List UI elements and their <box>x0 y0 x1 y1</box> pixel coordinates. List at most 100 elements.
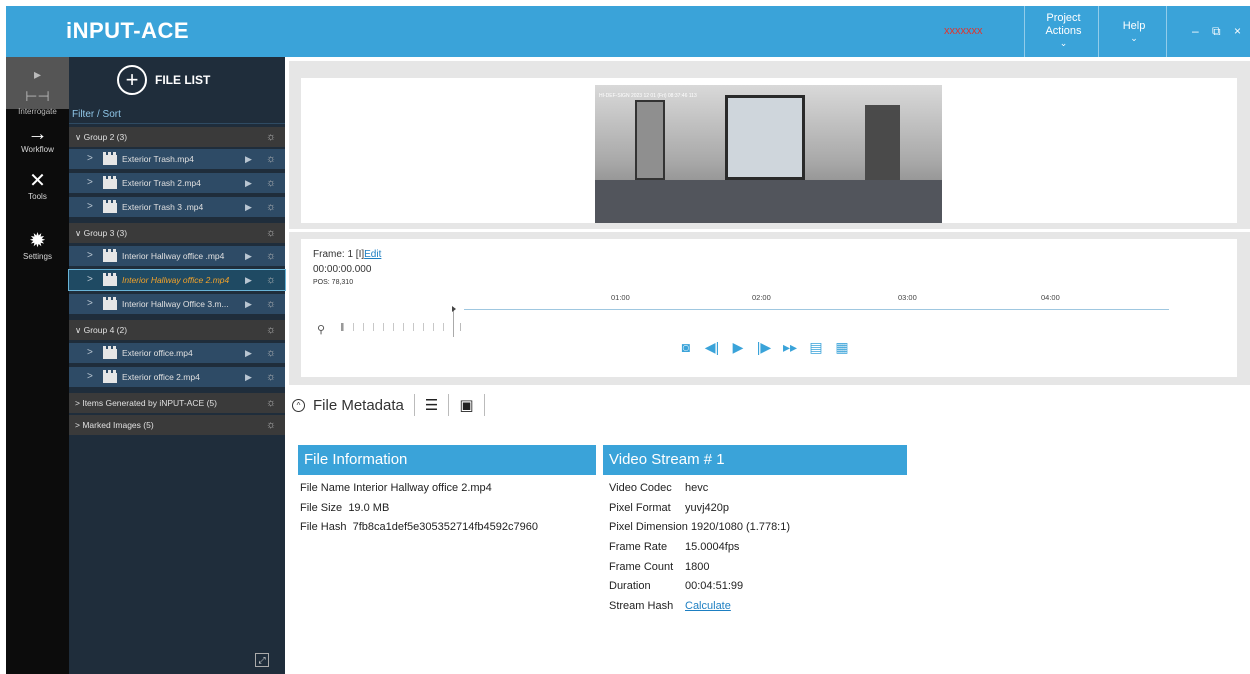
file-row-selected[interactable]: > Interior Hallway office 2.mp4 ▶ ☼ <box>68 269 286 291</box>
gear-icon[interactable]: ☼ <box>266 153 276 165</box>
group-row[interactable]: ∨ Group 4 (2) ☼ <box>69 320 285 340</box>
chevron-down-icon: ⌄ <box>1130 33 1138 43</box>
video-file-icon <box>103 273 117 286</box>
play-icon[interactable]: ▶ <box>245 178 252 189</box>
filter-sort-link[interactable]: Filter / Sort <box>69 109 285 124</box>
gear-icon[interactable]: ☼ <box>266 324 276 336</box>
popout-icon[interactable]: ⤢ <box>255 653 269 667</box>
timeline-frame: Frame: 1 [I]Edit 00:00:00.000 POS: 78,31… <box>289 232 1250 385</box>
interrogate-icon: ▸ ⊢⊣ <box>25 66 50 104</box>
play-icon[interactable]: ▶ <box>245 299 252 310</box>
video-stream-header: Video Stream # 1 <box>603 445 907 475</box>
door-left <box>635 100 665 180</box>
expand-icon[interactable]: > <box>87 274 93 285</box>
expand-icon[interactable]: > <box>87 153 93 164</box>
play-icon[interactable]: ▶ <box>245 372 252 383</box>
file-name: Exterior Trash.mp4 <box>122 154 194 164</box>
nav-settings[interactable]: ✹ Settings <box>6 230 69 261</box>
play-icon[interactable]: ▶ <box>245 275 252 286</box>
zoom-slider[interactable] <box>341 323 461 331</box>
gear-icon[interactable]: ☼ <box>266 371 276 383</box>
nav-workflow[interactable]: → Workflow <box>6 123 69 154</box>
navigation-rail: ▸ ⊢⊣ Interrogate → Workflow ✕ Tools ✹ Set… <box>6 57 69 674</box>
gear-icon[interactable]: ☼ <box>266 397 276 409</box>
grid-view-icon[interactable]: ▦ <box>834 339 850 356</box>
playhead-handle[interactable] <box>452 306 457 337</box>
expand-icon[interactable]: > <box>87 177 93 188</box>
play-icon[interactable]: ▶ <box>245 154 252 165</box>
gear-icon[interactable]: ☼ <box>266 131 276 143</box>
file-list-title: FILE LIST <box>155 73 211 87</box>
minimize-button[interactable]: – <box>1192 24 1199 38</box>
file-size-row: File Size 19.0 MB <box>300 502 390 514</box>
restore-button[interactable]: ⧉ <box>1212 24 1221 39</box>
timeline-track[interactable] <box>464 309 1169 310</box>
expand-icon[interactable]: > <box>87 298 93 309</box>
menu-divider <box>1166 6 1167 57</box>
play-icon[interactable]: ▶ <box>245 202 252 213</box>
fast-forward-icon[interactable]: ▸▸ <box>782 339 798 356</box>
group-label: ∨ Group 2 (3) <box>75 132 128 142</box>
help-menu[interactable]: Help ⌄ <box>1114 20 1154 43</box>
snapshot-icon[interactable]: ◙ <box>678 339 694 356</box>
group-row[interactable]: ∨ Group 3 (3) ☼ <box>69 223 285 243</box>
frame-label: Frame: 1 [I]Edit <box>313 249 382 260</box>
file-row[interactable]: > Interior Hallway office .mp4 ▶ ☼ <box>69 246 285 266</box>
timecode: 00:00:00.000 <box>313 264 372 275</box>
expand-icon[interactable]: > <box>87 347 93 358</box>
frame-edit-link[interactable]: Edit <box>364 249 381 260</box>
video-file-icon <box>103 370 117 383</box>
play-icon[interactable]: ▶ <box>245 251 252 262</box>
add-file-button[interactable]: + FILE LIST <box>117 65 210 95</box>
nav-interrogate-label: Interrogate <box>18 107 57 116</box>
file-row[interactable]: > Exterior office 2.mp4 ▶ ☼ <box>69 367 285 387</box>
nav-interrogate[interactable]: ▸ ⊢⊣ Interrogate <box>6 57 69 116</box>
gear-icon[interactable]: ☼ <box>266 419 276 431</box>
metadata-title: File Metadata <box>313 396 404 414</box>
play-icon[interactable]: ▶ <box>730 339 746 356</box>
gear-icon[interactable]: ☼ <box>266 347 276 359</box>
group-label: ∨ Group 4 (2) <box>75 325 128 335</box>
group-row[interactable]: > Marked Images (5) ☼ <box>69 415 285 435</box>
gear-icon: ✹ <box>29 230 46 252</box>
export-frame-icon[interactable]: ▤ <box>808 339 824 356</box>
file-name: Interior Hallway office .mp4 <box>122 251 225 261</box>
file-row[interactable]: > Exterior Trash 3 .mp4 ▶ ☼ <box>69 197 285 217</box>
video-image[interactable]: HI-DEF-SIGN 2023 12 01 (Fri) 08:37:46 11… <box>595 85 942 223</box>
frame-value: 1 [I] <box>347 249 365 260</box>
file-row[interactable]: > Interior Hallway Office 3.m... ▶ ☼ <box>69 294 285 314</box>
save-icon[interactable]: ▣ <box>459 396 473 414</box>
menu-divider <box>1024 6 1025 57</box>
gear-icon[interactable]: ☼ <box>266 201 276 213</box>
collapse-icon[interactable]: ^ <box>292 398 305 412</box>
door-center <box>725 95 805 180</box>
calculate-hash-link[interactable]: Calculate <box>685 600 731 612</box>
nav-tools[interactable]: ✕ Tools <box>6 170 69 201</box>
gear-icon[interactable]: ☼ <box>266 298 276 310</box>
list-view-icon[interactable]: ☰ <box>425 396 438 414</box>
chevron-down-icon: ⌄ <box>1059 38 1068 48</box>
gear-icon[interactable]: ☼ <box>266 227 276 239</box>
menu-divider <box>1098 6 1099 57</box>
file-information-header: File Information <box>298 445 596 475</box>
step-back-icon[interactable]: ◀| <box>704 339 720 356</box>
status-text: xxxxxxx <box>944 25 983 37</box>
file-row[interactable]: > Exterior Trash.mp4 ▶ ☼ <box>69 149 285 169</box>
file-name: Exterior office.mp4 <box>122 348 193 358</box>
gear-icon[interactable]: ☼ <box>266 274 276 286</box>
close-button[interactable]: × <box>1234 24 1241 38</box>
file-row[interactable]: > Exterior office.mp4 ▶ ☼ <box>69 343 285 363</box>
video-file-icon <box>103 249 117 262</box>
step-forward-icon[interactable]: |▶ <box>756 339 772 356</box>
play-icon[interactable]: ▶ <box>245 348 252 359</box>
gear-icon[interactable]: ☼ <box>266 177 276 189</box>
expand-icon[interactable]: > <box>87 250 93 261</box>
group-row[interactable]: > Items Generated by iNPUT-ACE (5) ☼ <box>69 393 285 413</box>
gear-icon[interactable]: ☼ <box>266 250 276 262</box>
group-row[interactable]: ∨ Group 2 (3) ☼ <box>69 127 285 147</box>
project-actions-menu[interactable]: Project Actions ⌄ <box>1036 12 1091 48</box>
title-bar: iNPUT-ACE xxxxxxx Project Actions ⌄ Help… <box>6 6 1250 57</box>
expand-icon[interactable]: > <box>87 371 93 382</box>
file-row[interactable]: > Exterior Trash 2.mp4 ▶ ☼ <box>69 173 285 193</box>
expand-icon[interactable]: > <box>87 201 93 212</box>
